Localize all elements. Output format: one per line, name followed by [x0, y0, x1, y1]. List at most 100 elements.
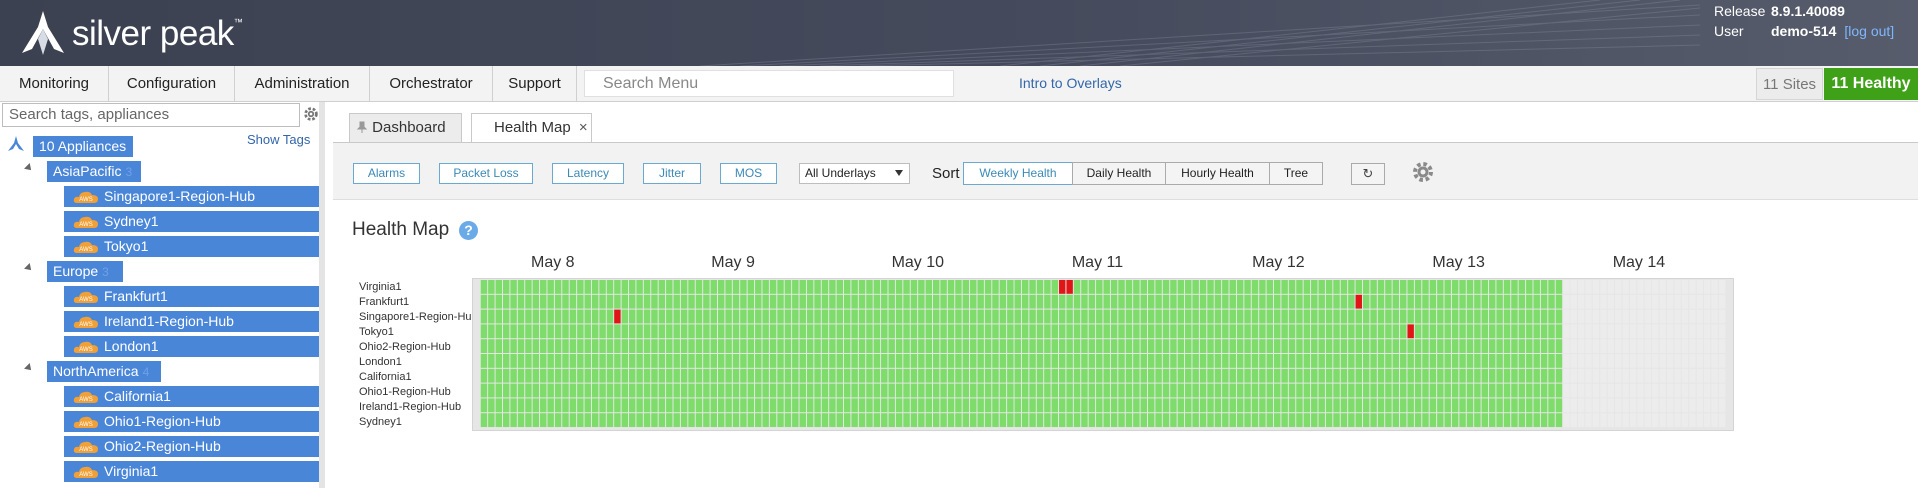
- health-cell[interactable]: [1355, 309, 1362, 324]
- health-cell[interactable]: [1281, 309, 1288, 324]
- health-cell[interactable]: [1103, 324, 1110, 339]
- health-cell[interactable]: [1155, 324, 1162, 339]
- health-cell[interactable]: [829, 309, 836, 324]
- health-cell[interactable]: [1540, 398, 1548, 413]
- health-cell[interactable]: [1615, 383, 1622, 398]
- health-cell[interactable]: [1185, 398, 1192, 413]
- health-cell[interactable]: [1659, 279, 1666, 294]
- health-cell[interactable]: [1155, 383, 1162, 398]
- health-cell[interactable]: [1637, 354, 1644, 368]
- health-cell[interactable]: [1177, 368, 1185, 383]
- health-cell[interactable]: [1251, 398, 1259, 413]
- health-cell[interactable]: [532, 383, 540, 398]
- health-cell[interactable]: [547, 339, 554, 354]
- health-cell[interactable]: [1007, 368, 1014, 383]
- health-cell[interactable]: [1414, 383, 1422, 398]
- health-cell[interactable]: [888, 294, 895, 309]
- health-cell[interactable]: [962, 383, 970, 398]
- health-cell[interactable]: [1622, 339, 1629, 354]
- health-cell[interactable]: [1615, 354, 1622, 368]
- health-cell[interactable]: [1155, 398, 1162, 413]
- health-cell[interactable]: [562, 398, 569, 413]
- health-cell[interactable]: [925, 383, 932, 398]
- health-cell[interactable]: [932, 279, 940, 294]
- health-cell[interactable]: [1533, 368, 1540, 383]
- health-cell[interactable]: [940, 354, 947, 368]
- health-cell[interactable]: [821, 413, 829, 428]
- health-cell[interactable]: [1496, 413, 1503, 428]
- health-cell[interactable]: [695, 339, 703, 354]
- health-cell[interactable]: [1674, 398, 1681, 413]
- health-cell[interactable]: [1652, 413, 1659, 428]
- health-cell[interactable]: [547, 294, 554, 309]
- health-cell[interactable]: [799, 368, 806, 383]
- health-cell[interactable]: [792, 413, 799, 428]
- health-cell[interactable]: [658, 294, 666, 309]
- health-cell[interactable]: [1081, 368, 1088, 383]
- health-cell[interactable]: [1199, 309, 1207, 324]
- health-cell[interactable]: [1659, 354, 1666, 368]
- health-cell[interactable]: [844, 309, 851, 324]
- health-cell[interactable]: [1474, 324, 1481, 339]
- health-cell[interactable]: [606, 368, 614, 383]
- health-cell[interactable]: [1355, 324, 1362, 339]
- health-cell[interactable]: [495, 279, 502, 294]
- health-cell[interactable]: [1703, 383, 1711, 398]
- health-cell[interactable]: [1466, 324, 1474, 339]
- health-cell[interactable]: [480, 368, 488, 383]
- health-cell[interactable]: [517, 368, 525, 383]
- health-cell[interactable]: [1155, 354, 1162, 368]
- health-cell[interactable]: [1711, 368, 1718, 383]
- health-cell[interactable]: [829, 294, 836, 309]
- health-cell[interactable]: [1021, 368, 1029, 383]
- health-cell[interactable]: [888, 368, 895, 383]
- health-cell[interactable]: [1051, 309, 1059, 324]
- health-cell[interactable]: [1466, 309, 1474, 324]
- health-cell[interactable]: [547, 383, 554, 398]
- health-cell[interactable]: [1288, 324, 1296, 339]
- health-cell[interactable]: [658, 279, 666, 294]
- health-cell[interactable]: [1318, 324, 1325, 339]
- health-cell[interactable]: [1185, 294, 1192, 309]
- health-cell[interactable]: [1348, 354, 1355, 368]
- health-cell[interactable]: [554, 279, 562, 294]
- health-cell[interactable]: [910, 413, 918, 428]
- health-cell[interactable]: [1244, 413, 1251, 428]
- health-cell[interactable]: [525, 324, 532, 339]
- health-cell[interactable]: [1177, 339, 1185, 354]
- health-cell[interactable]: [1696, 383, 1704, 398]
- health-cell[interactable]: [1236, 294, 1244, 309]
- health-cell[interactable]: [502, 354, 510, 368]
- health-cell[interactable]: [829, 413, 836, 428]
- health-cell[interactable]: [1703, 398, 1711, 413]
- health-cell[interactable]: [1563, 398, 1570, 413]
- health-cell[interactable]: [1236, 368, 1244, 383]
- health-cell[interactable]: [1577, 279, 1585, 294]
- health-cell[interactable]: [1340, 383, 1348, 398]
- health-cell[interactable]: [1096, 354, 1103, 368]
- health-cell[interactable]: [910, 309, 918, 324]
- health-cell[interactable]: [1355, 368, 1362, 383]
- health-cell[interactable]: [1703, 309, 1711, 324]
- health-cell[interactable]: [1207, 324, 1214, 339]
- health-cell[interactable]: [844, 279, 851, 294]
- health-cell[interactable]: [1140, 383, 1147, 398]
- menu-monitoring[interactable]: Monitoring: [0, 66, 109, 101]
- health-cell[interactable]: [1703, 413, 1711, 428]
- health-cell[interactable]: [1118, 413, 1125, 428]
- health-cell[interactable]: [606, 324, 614, 339]
- health-cell[interactable]: [636, 309, 643, 324]
- health-cell[interactable]: [1540, 279, 1548, 294]
- health-cell[interactable]: [1681, 413, 1689, 428]
- health-cell[interactable]: [1207, 383, 1214, 398]
- health-cell[interactable]: [1021, 279, 1029, 294]
- health-cell[interactable]: [1526, 279, 1533, 294]
- health-cell[interactable]: [666, 354, 673, 368]
- health-cell[interactable]: [1563, 354, 1570, 368]
- health-cell[interactable]: [1140, 294, 1147, 309]
- health-cell[interactable]: [1348, 279, 1355, 294]
- health-cell[interactable]: [1110, 294, 1118, 309]
- health-cell[interactable]: [1214, 294, 1222, 309]
- health-cell[interactable]: [1066, 279, 1073, 294]
- health-cell[interactable]: [1110, 398, 1118, 413]
